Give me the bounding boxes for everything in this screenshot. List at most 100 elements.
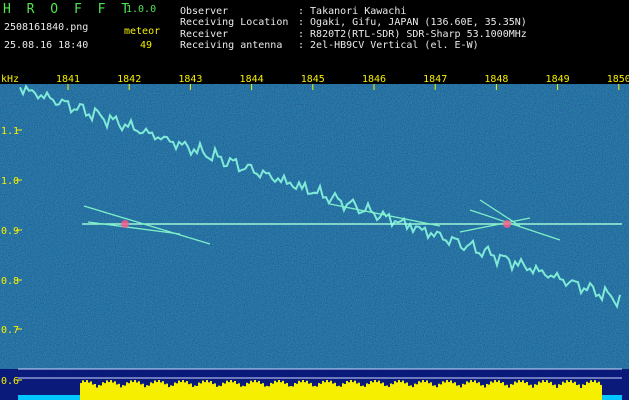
level-bar xyxy=(198,382,200,400)
level-bar xyxy=(346,380,348,400)
level-bar xyxy=(424,382,426,400)
level-bar xyxy=(586,381,588,400)
level-bar xyxy=(434,385,436,400)
level-bar xyxy=(56,395,58,400)
level-bar xyxy=(394,381,396,400)
level-bar xyxy=(124,385,126,400)
level-bar xyxy=(536,384,538,400)
time-tick-label: 1841 xyxy=(56,74,80,85)
level-bar xyxy=(316,386,318,400)
level-bar xyxy=(362,385,364,400)
level-bar xyxy=(192,386,194,400)
level-bar xyxy=(616,395,618,400)
level-bar xyxy=(550,381,552,400)
level-bar xyxy=(90,381,92,400)
level-bar xyxy=(388,386,390,400)
level-bar xyxy=(142,383,144,400)
level-bar xyxy=(86,380,88,400)
level-bar xyxy=(190,383,192,400)
level-bar xyxy=(250,380,252,400)
level-bar xyxy=(356,383,358,400)
level-bar xyxy=(392,384,394,400)
info-value-antenna: : 2el-HB9CV Vertical (el. E-W) xyxy=(298,40,479,51)
level-bar xyxy=(444,382,446,400)
level-bar xyxy=(274,380,276,400)
freq-tick-label: 1.0 xyxy=(1,176,19,187)
level-bar xyxy=(118,383,120,400)
level-bar xyxy=(200,383,202,400)
level-bar xyxy=(184,382,186,400)
level-bar xyxy=(138,381,140,400)
level-bar xyxy=(242,385,244,400)
level-bar xyxy=(606,395,608,400)
level-bar xyxy=(180,382,182,400)
level-bar xyxy=(164,384,166,400)
level-bar xyxy=(232,382,234,400)
level-bar xyxy=(516,382,518,400)
level-bar xyxy=(620,395,622,400)
level-bar xyxy=(212,384,214,400)
level-bar xyxy=(410,385,412,400)
level-bar xyxy=(500,383,502,400)
level-bar xyxy=(462,383,464,400)
level-bar xyxy=(298,380,300,400)
level-bar xyxy=(204,382,206,400)
level-bar xyxy=(468,382,470,400)
level-bar xyxy=(302,380,304,400)
level-bar xyxy=(314,385,316,400)
level-bar xyxy=(442,381,444,400)
level-bar xyxy=(66,395,68,400)
level-bar xyxy=(176,383,178,400)
level-bar xyxy=(448,382,450,400)
level-bar xyxy=(604,395,606,400)
level-bar xyxy=(128,383,130,400)
level-bar xyxy=(22,395,24,400)
level-bar xyxy=(96,387,98,400)
freq-tick-label: 0.6 xyxy=(1,376,19,387)
level-bar xyxy=(580,387,582,400)
level-bar xyxy=(426,380,428,400)
level-bar xyxy=(166,383,168,400)
level-bar xyxy=(310,382,312,400)
level-bar xyxy=(446,380,448,400)
level-bar xyxy=(428,383,430,400)
level-bar xyxy=(120,387,122,400)
level-bar xyxy=(596,382,598,400)
level-bar xyxy=(132,382,134,400)
info-value-location: : Ogaki, Gifu, JAPAN (136.60E, 35.35N) xyxy=(298,17,527,28)
level-bar xyxy=(328,382,330,400)
level-bar xyxy=(482,384,484,400)
level-bar xyxy=(570,380,572,400)
level-bar xyxy=(82,380,84,400)
level-bar xyxy=(304,382,306,400)
level-bar xyxy=(408,385,410,400)
level-bar xyxy=(420,382,422,400)
level-bar xyxy=(478,382,480,400)
level-bar xyxy=(614,395,616,400)
level-bar xyxy=(258,380,260,400)
level-bar xyxy=(60,395,62,400)
level-bar xyxy=(34,395,36,400)
level-bar xyxy=(422,380,424,400)
level-bar xyxy=(440,384,442,400)
level-bar xyxy=(216,386,218,400)
level-bar xyxy=(454,382,456,400)
level-bar xyxy=(390,383,392,400)
level-bar xyxy=(174,382,176,400)
level-bar xyxy=(220,386,222,400)
level-bar xyxy=(156,382,158,400)
level-bar xyxy=(576,385,578,400)
level-bar xyxy=(450,380,452,400)
level-bar xyxy=(436,387,438,400)
level-bar xyxy=(412,387,414,400)
time-tick-label: 1843 xyxy=(178,74,202,85)
meteor-count-label: meteor xyxy=(124,26,161,37)
level-bar xyxy=(76,395,78,400)
level-bar xyxy=(240,386,242,400)
level-bar xyxy=(100,385,102,400)
level-bar xyxy=(202,380,204,400)
level-bar xyxy=(222,382,224,400)
level-bar xyxy=(330,380,332,400)
level-bar xyxy=(186,381,188,400)
date-time: 25.08.16 18:40 xyxy=(4,40,89,51)
